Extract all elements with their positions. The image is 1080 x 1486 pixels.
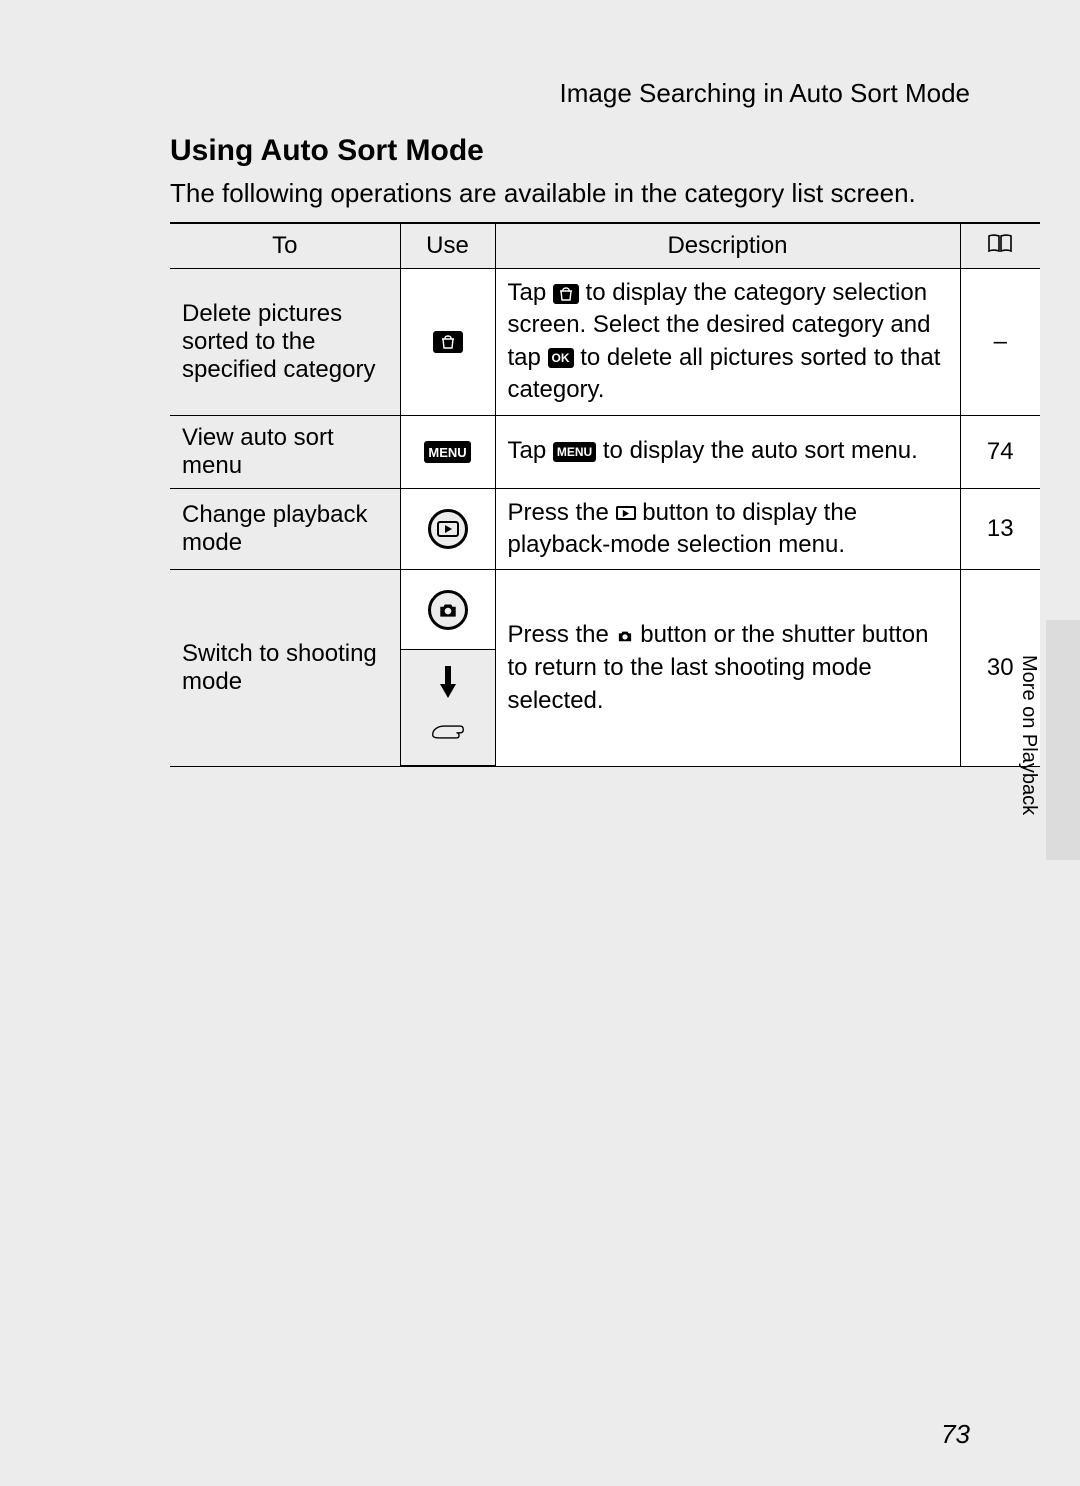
trash-icon <box>433 331 463 353</box>
cell-description: Press the button or the shutter button t… <box>495 570 960 767</box>
cell-to: Change playback mode <box>170 488 400 570</box>
cell-page-ref: 13 <box>960 488 1040 570</box>
table-row: Switch to shooting mode Press the button… <box>170 570 1040 650</box>
finger-press-icon <box>431 721 465 749</box>
cell-use <box>400 570 495 650</box>
manual-page: Image Searching in Auto Sort Mode Using … <box>0 0 1080 1486</box>
cell-page-ref: – <box>960 269 1040 416</box>
side-tab-label: More on Playback <box>1017 655 1040 815</box>
header-use: Use <box>400 223 495 269</box>
table-header-row: To Use Description <box>170 223 1040 269</box>
cell-to: Delete pictures sorted to the specified … <box>170 269 400 416</box>
cell-to: View auto sort menu <box>170 415 400 488</box>
cell-description: Press the button to display the playback… <box>495 488 960 570</box>
side-tab <box>1046 620 1080 860</box>
cell-use <box>400 488 495 570</box>
header-to: To <box>170 223 400 269</box>
trash-icon <box>553 284 579 304</box>
table-row: View auto sort menu MENU Tap MENU to dis… <box>170 415 1040 488</box>
desc-text: Press the <box>508 621 616 648</box>
camera-button-icon <box>428 590 468 630</box>
page-number: 73 <box>941 1419 970 1450</box>
cell-description: Tap to display the category selection sc… <box>495 269 960 416</box>
operations-table: To Use Description Delete pictures sorte… <box>170 222 1040 767</box>
desc-text: to display the auto sort menu. <box>603 437 918 464</box>
desc-text: Tap <box>508 437 553 464</box>
cell-use: MENU <box>400 415 495 488</box>
camera-icon <box>616 620 634 652</box>
left-gutter <box>0 0 70 1486</box>
menu-icon: MENU <box>553 442 596 462</box>
cell-page-ref: 74 <box>960 415 1040 488</box>
cell-to: Switch to shooting mode <box>170 570 400 767</box>
header-page-ref <box>960 223 1040 269</box>
play-box-icon <box>616 506 636 520</box>
header-description: Description <box>495 223 960 269</box>
desc-text: Press the <box>508 499 616 526</box>
playback-button-icon <box>428 509 468 549</box>
running-head: Image Searching in Auto Sort Mode <box>560 78 970 109</box>
shutter-press-icon <box>413 660 483 755</box>
book-icon <box>987 232 1013 259</box>
cell-description: Tap MENU to display the auto sort menu. <box>495 415 960 488</box>
content-area: Image Searching in Auto Sort Mode Using … <box>70 0 1080 1486</box>
intro-text: The following operations are available i… <box>170 178 916 209</box>
cell-use <box>400 269 495 416</box>
menu-icon: MENU <box>424 441 470 463</box>
table-row: Delete pictures sorted to the specified … <box>170 269 1040 416</box>
desc-text: Tap <box>508 279 553 306</box>
arrow-down-icon <box>437 666 459 707</box>
ok-icon: OK <box>548 348 574 368</box>
cell-use <box>400 650 495 767</box>
section-heading: Using Auto Sort Mode <box>170 134 484 168</box>
table-row: Change playback mode Press the <box>170 488 1040 570</box>
